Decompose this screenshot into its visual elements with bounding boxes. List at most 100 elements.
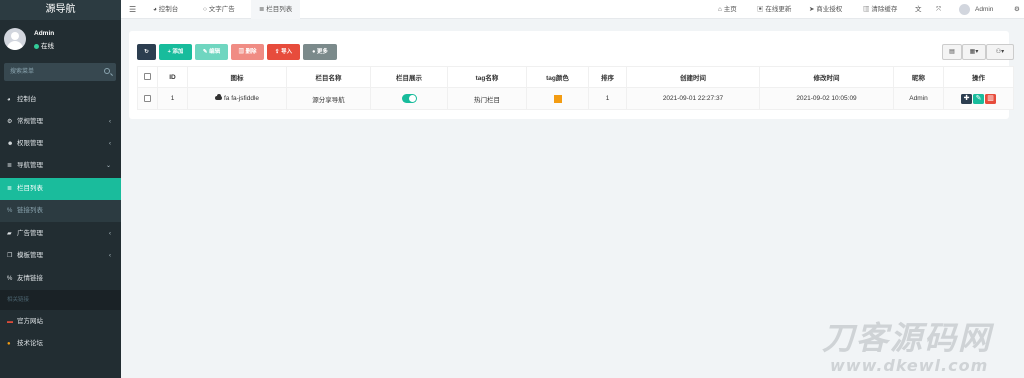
toggle-view-button[interactable]: ▤ — [942, 44, 962, 60]
refresh-icon: ↻ — [144, 49, 149, 55]
license-link[interactable]: ➤ 商业授权 — [809, 0, 842, 19]
circle-icon: ○ — [203, 6, 207, 13]
watermark-title: 刀客源码网 — [822, 319, 993, 357]
data-table: ID 图标 栏目名称 栏目展示 tag名称 tag颜色 排序 创建时间 修改时间… — [137, 66, 1014, 110]
tab-text-ads[interactable]: ○ 文字广告 — [195, 0, 243, 19]
sidebar-section-header: 相关链接 — [0, 290, 121, 310]
sidebar-item-link-list[interactable]: % 链接列表 — [0, 200, 121, 222]
row-edit-button[interactable]: ✎ — [973, 93, 984, 104]
user-menu[interactable]: Admin — [959, 0, 993, 19]
header-id[interactable]: ID — [157, 66, 188, 88]
menu-search-input[interactable] — [4, 63, 99, 81]
header-sort[interactable]: 排序 — [588, 66, 627, 88]
delete-button[interactable]: ▥ 删除 — [231, 44, 264, 60]
import-button[interactable]: ⇪ 导入 — [267, 44, 300, 60]
select-all-cell[interactable] — [137, 66, 158, 88]
home-link[interactable]: ⌂ 主页 — [718, 0, 737, 19]
cell-created: 2021-09-01 22:27:37 — [626, 87, 760, 110]
cell-id: 1 — [157, 87, 188, 110]
table-icon: ▤ — [949, 49, 955, 55]
row-delete-button[interactable]: ▥ — [985, 93, 996, 104]
sidebar-item-label: 友情链接 — [17, 275, 43, 282]
header-actions: 操作 — [943, 66, 1014, 88]
link-icon: % — [7, 208, 13, 214]
add-button[interactable]: + 添加 — [159, 44, 192, 60]
online-dot-icon — [34, 43, 39, 49]
menu-toggle-icon[interactable]: ☰ — [129, 0, 136, 19]
sidebar-item-friend-links[interactable]: % 友情链接 — [0, 268, 121, 290]
table-row[interactable]: 1 fa fa-jsfiddle 源分享导航 热门栏目 1 2021-09-01… — [137, 87, 1014, 110]
sidebar-item-ads[interactable]: ▰ 广告管理 ‹ — [0, 223, 121, 245]
tab-dashboard[interactable]: ◕ 控制台 — [145, 0, 186, 19]
tab-label: 栏目列表 — [266, 6, 293, 13]
more-button-label: 更多 — [316, 49, 328, 55]
select-all-checkbox[interactable] — [144, 73, 151, 81]
online-update-link[interactable]: ▣ 在线更新 — [757, 0, 791, 19]
chevron-left-icon: ‹ — [109, 253, 111, 259]
fullscreen-icon[interactable]: ⤧ — [936, 0, 941, 19]
header-nickname[interactable]: 昵称 — [893, 66, 944, 88]
sidebar-item-forum[interactable]: ● 技术论坛 — [0, 333, 121, 355]
forum-icon: ● — [7, 341, 11, 347]
settings-icon[interactable]: ⚙ — [1014, 0, 1020, 19]
drag-button[interactable]: ✚ — [961, 93, 972, 104]
clear-cache-label: 清除缓存 — [871, 6, 898, 13]
app-logo[interactable]: 源导航 — [0, 0, 121, 20]
license-label: 商业授权 — [816, 6, 843, 13]
list-icon: ≣ — [7, 186, 13, 192]
car-icon: ▰ — [7, 231, 12, 237]
cell-icon-class: fa fa-jsfiddle — [223, 95, 260, 102]
tab-label: 文字广告 — [208, 6, 235, 13]
sidebar-item-permissions[interactable]: ☻ 权限管理 ‹ — [0, 133, 121, 155]
header-updated[interactable]: 修改时间 — [759, 66, 894, 88]
header-display[interactable]: 栏目展示 — [370, 66, 448, 88]
row-checkbox[interactable] — [144, 94, 151, 102]
cell-actions: ✚ ✎ ▥ — [943, 87, 1014, 110]
sidebar-item-official-site[interactable]: ▬ 官方网站 — [0, 311, 121, 333]
sidebar-item-column-list[interactable]: ≣ 栏目列表 — [0, 178, 121, 200]
columns-dropdown[interactable]: ▦▾ — [962, 44, 986, 60]
add-button-label: 添加 — [172, 49, 184, 55]
sidebar-item-label: 链接列表 — [17, 207, 43, 214]
user-menu-label: Admin — [975, 6, 994, 13]
upload-icon: ⇪ — [274, 49, 280, 55]
online-update-label: 在线更新 — [765, 6, 792, 13]
cell-tag-color — [526, 87, 589, 110]
cell-tag-name: 热门栏目 — [447, 87, 527, 110]
header-tag-name[interactable]: tag名称 — [447, 66, 527, 88]
table-header-row: ID 图标 栏目名称 栏目展示 tag名称 tag颜色 排序 创建时间 修改时间… — [137, 66, 1014, 88]
header-icon[interactable]: 图标 — [187, 66, 287, 88]
sidebar-item-navigation[interactable]: ≣ 导航管理 ⌄ — [0, 155, 121, 177]
move-icon: ✚ — [963, 94, 970, 102]
export-dropdown[interactable]: ⚇▾ — [986, 44, 1014, 60]
search-icon[interactable] — [104, 68, 110, 74]
watermark-url: www.dkewl.com — [830, 356, 989, 375]
sidebar-item-general[interactable]: ⚙ 常规管理 ‹ — [0, 111, 121, 133]
display-toggle[interactable] — [401, 94, 417, 103]
language-icon[interactable]: 文 — [915, 0, 922, 19]
more-button[interactable]: ● 更多 — [303, 44, 337, 60]
link-icon: % — [7, 276, 13, 282]
tab-column-list[interactable]: ≣ 栏目列表 — [251, 0, 301, 19]
list-icon: ≣ — [7, 163, 13, 169]
circle-icon: ● — [312, 49, 316, 55]
chevron-left-icon: ‹ — [109, 231, 111, 237]
clear-cache-button[interactable]: ▥ 清除缓存 — [863, 0, 897, 19]
sidebar-item-dashboard[interactable]: ◕ 控制台 — [0, 89, 121, 111]
sidebar-item-templates[interactable]: ❐ 模板管理 ‹ — [0, 245, 121, 267]
export-icon: ⚇▾ — [995, 49, 1005, 55]
official-site-icon: ▬ — [7, 319, 13, 325]
row-select-cell[interactable] — [137, 87, 158, 110]
cell-display[interactable] — [370, 87, 448, 110]
header-tag-color[interactable]: tag颜色 — [526, 66, 589, 88]
list-icon: ≣ — [259, 6, 265, 13]
trash-icon: ▥ — [863, 6, 870, 13]
header-name[interactable]: 栏目名称 — [286, 66, 371, 88]
update-icon: ▣ — [757, 6, 764, 13]
header-created[interactable]: 创建时间 — [626, 66, 760, 88]
sidebar-item-label: 导航管理 — [17, 162, 43, 169]
refresh-button[interactable]: ↻ — [137, 44, 156, 60]
cell-sort: 1 — [588, 87, 627, 110]
user-panel: Admin 在线 — [0, 20, 121, 60]
edit-button[interactable]: ✎ 编辑 — [195, 44, 228, 60]
